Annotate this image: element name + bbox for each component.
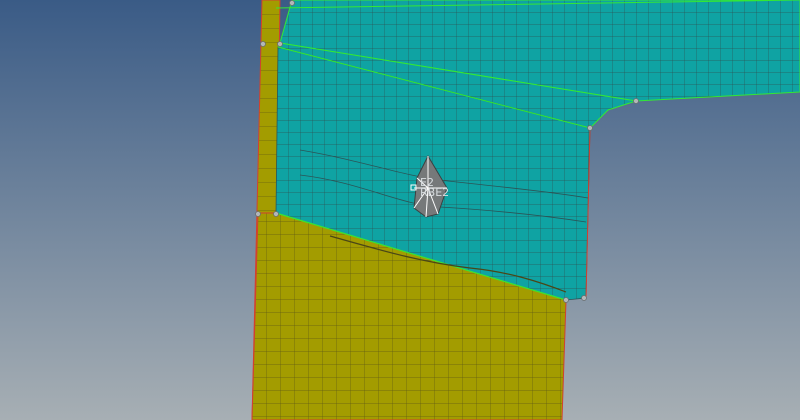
node[interactable] — [563, 297, 569, 303]
node[interactable] — [277, 41, 283, 47]
node[interactable] — [273, 211, 279, 217]
fe-model-canvas[interactable]: E2 RBE2 — [0, 0, 800, 420]
node[interactable] — [587, 125, 593, 131]
graphics-viewport[interactable]: E2 RBE2 — [0, 0, 800, 420]
node[interactable] — [260, 41, 266, 47]
node[interactable] — [581, 295, 587, 301]
node[interactable] — [289, 0, 295, 6]
node[interactable] — [255, 211, 261, 217]
node[interactable] — [633, 98, 639, 104]
element-type-label: RBE2 — [420, 186, 449, 199]
